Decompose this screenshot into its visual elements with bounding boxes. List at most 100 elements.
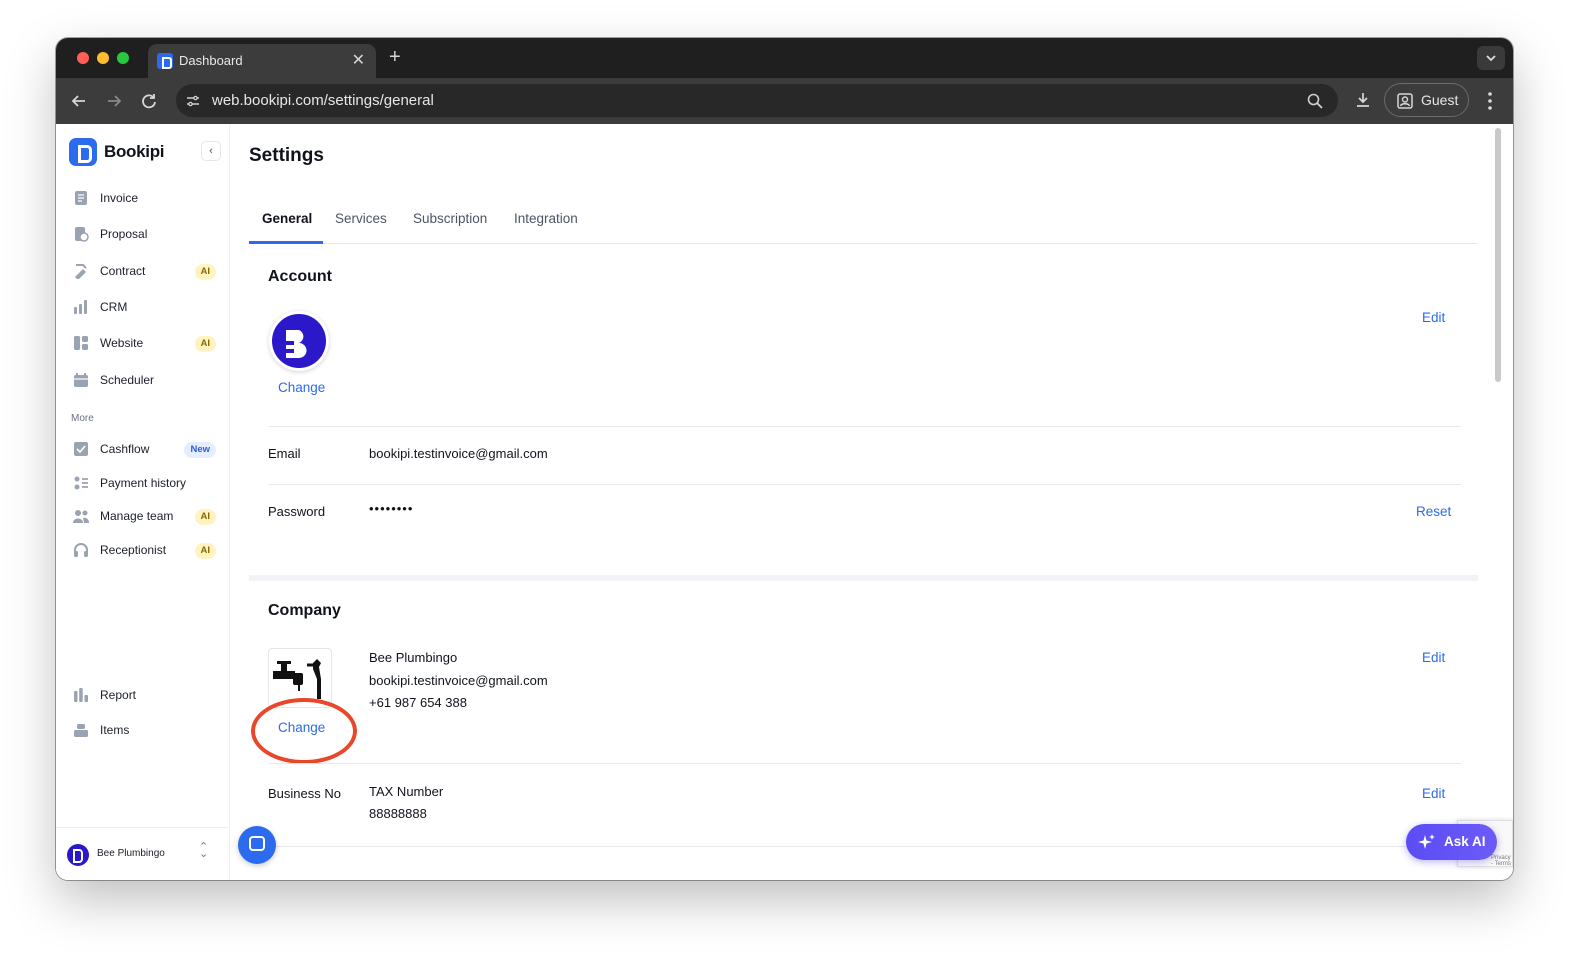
settings-tabs: General Services Subscription Integratio… <box>249 210 1478 244</box>
profile-label: Guest <box>1421 92 1459 108</box>
sidebar-item-invoice[interactable]: Invoice <box>70 186 216 212</box>
sidebar-item-items[interactable]: Items <box>70 718 216 744</box>
sidebar-item-payment-history[interactable]: Payment history <box>70 471 216 497</box>
divider <box>268 426 1461 427</box>
organization-switcher[interactable]: Bee Plumbingo ⌃ ⌄ <box>56 827 230 880</box>
account-section-title: Account <box>268 268 332 285</box>
collapse-sidebar-button[interactable]: ‹ <box>201 141 221 161</box>
invoice-icon <box>75 191 87 205</box>
org-avatar <box>67 844 89 866</box>
tab-search-button[interactable] <box>1477 46 1505 70</box>
tax-number-label: TAX Number <box>369 784 444 799</box>
new-badge: New <box>184 442 216 458</box>
sidebar-item-label: Contract <box>100 264 146 278</box>
guest-profile-icon <box>1397 93 1413 109</box>
sparkle-icon <box>1418 834 1435 849</box>
sidebar-item-proposal[interactable]: Proposal <box>70 222 216 248</box>
org-name: Bee Plumbingo <box>97 848 165 859</box>
tab-services[interactable]: Services <box>335 211 387 226</box>
password-reset-link[interactable]: Reset <box>1416 504 1451 519</box>
sidebar-item-label: Items <box>100 723 130 737</box>
reload-icon[interactable] <box>138 90 160 112</box>
maximize-window-button[interactable] <box>117 52 129 64</box>
sidebar-item-manage-team[interactable]: Manage team AI <box>70 504 216 530</box>
section-separator <box>249 575 1478 581</box>
headset-icon <box>74 543 88 557</box>
forward-icon[interactable] <box>103 90 125 112</box>
main-content: Settings General Services Subscription I… <box>231 124 1513 880</box>
bookipi-logo-icon[interactable] <box>69 138 97 166</box>
chevron-up-down-icon: ⌃ ⌄ <box>199 841 209 860</box>
address-bar[interactable]: web.bookipi.com/settings/general <box>176 84 1338 117</box>
sidebar-item-label: Scheduler <box>100 373 155 387</box>
url-text: web.bookipi.com/settings/general <box>212 92 434 109</box>
back-icon[interactable] <box>68 90 90 112</box>
company-name: Bee Plumbingo <box>369 650 458 665</box>
tab-subscription[interactable]: Subscription <box>413 211 487 226</box>
business-no-edit-link[interactable]: Edit <box>1422 786 1445 801</box>
sidebar-item-label: Report <box>100 688 137 702</box>
password-label: Password <box>268 504 326 519</box>
sidebar-item-label: Website <box>100 336 144 350</box>
ask-ai-button[interactable]: Ask AI <box>1406 824 1497 860</box>
business-no-label: Business No <box>268 786 341 801</box>
bookipi-favicon-icon <box>157 53 173 69</box>
account-edit-link[interactable]: Edit <box>1422 310 1445 325</box>
payment-history-icon <box>74 476 88 490</box>
sidebar-item-label: Cashflow <box>100 442 150 456</box>
app-page: Bookipi ‹ Invoice Proposal Contract AI C… <box>56 124 1513 880</box>
browser-tab-strip: Dashboard ✕ + <box>56 38 1513 78</box>
browser-tab[interactable]: Dashboard ✕ <box>148 44 376 78</box>
sidebar-item-report[interactable]: Report <box>70 683 216 709</box>
page-scrollbar[interactable] <box>1495 128 1501 382</box>
sidebar-item-label: Receptionist <box>100 543 167 557</box>
zoom-icon[interactable] <box>1306 92 1324 110</box>
more-section-label: More <box>71 413 94 424</box>
sidebar-item-receptionist[interactable]: Receptionist AI <box>70 538 216 564</box>
tab-title: Dashboard <box>179 53 243 68</box>
brand-name[interactable]: Bookipi <box>104 142 165 162</box>
sidebar-item-label: CRM <box>100 300 128 314</box>
chat-support-button[interactable] <box>238 826 276 864</box>
site-settings-icon[interactable] <box>184 92 202 110</box>
sidebar-item-crm[interactable]: CRM <box>70 295 216 321</box>
bookipi-b-icon <box>286 330 307 358</box>
browser-window: Dashboard ✕ + web.bookipi.com/settings/g… <box>56 38 1513 880</box>
minimize-window-button[interactable] <box>97 52 109 64</box>
chevron-down-icon <box>1486 55 1496 62</box>
sidebar: Bookipi ‹ Invoice Proposal Contract AI C… <box>56 124 230 880</box>
email-value: bookipi.testinvoice@gmail.com <box>369 446 548 461</box>
chat-icon <box>249 836 265 851</box>
company-edit-link[interactable]: Edit <box>1422 650 1445 665</box>
cashflow-icon <box>74 442 88 456</box>
tab-general[interactable]: General <box>262 211 312 226</box>
company-section-title: Company <box>268 602 341 619</box>
sidebar-item-website[interactable]: Website AI <box>70 331 216 357</box>
sidebar-item-label: Payment history <box>100 476 187 490</box>
contract-icon <box>75 264 87 279</box>
divider <box>268 846 1461 847</box>
close-tab-icon[interactable]: ✕ <box>352 50 365 70</box>
website-icon <box>74 336 88 350</box>
sidebar-item-scheduler[interactable]: Scheduler <box>70 368 216 394</box>
browser-toolbar: web.bookipi.com/settings/general Guest <box>56 78 1513 124</box>
sidebar-item-label: Manage team <box>100 509 174 523</box>
email-label: Email <box>268 446 301 461</box>
download-icon[interactable] <box>1353 90 1373 110</box>
new-tab-icon[interactable]: + <box>389 46 401 69</box>
ask-ai-label: Ask AI <box>1444 834 1486 849</box>
active-tab-indicator <box>249 241 323 244</box>
sidebar-item-contract[interactable]: Contract AI <box>70 259 216 285</box>
company-email: bookipi.testinvoice@gmail.com <box>369 673 548 688</box>
company-phone: +61 987 654 388 <box>369 695 467 710</box>
close-window-button[interactable] <box>77 52 89 64</box>
account-change-avatar-link[interactable]: Change <box>278 380 325 395</box>
team-icon <box>73 510 89 523</box>
tab-integration[interactable]: Integration <box>514 211 578 226</box>
sidebar-item-label: Proposal <box>100 227 148 241</box>
browser-menu-icon[interactable] <box>1484 90 1496 112</box>
page-title: Settings <box>249 145 324 166</box>
report-icon <box>74 688 88 702</box>
sidebar-item-cashflow[interactable]: Cashflow New <box>70 437 216 463</box>
profile-button[interactable]: Guest <box>1384 83 1469 117</box>
